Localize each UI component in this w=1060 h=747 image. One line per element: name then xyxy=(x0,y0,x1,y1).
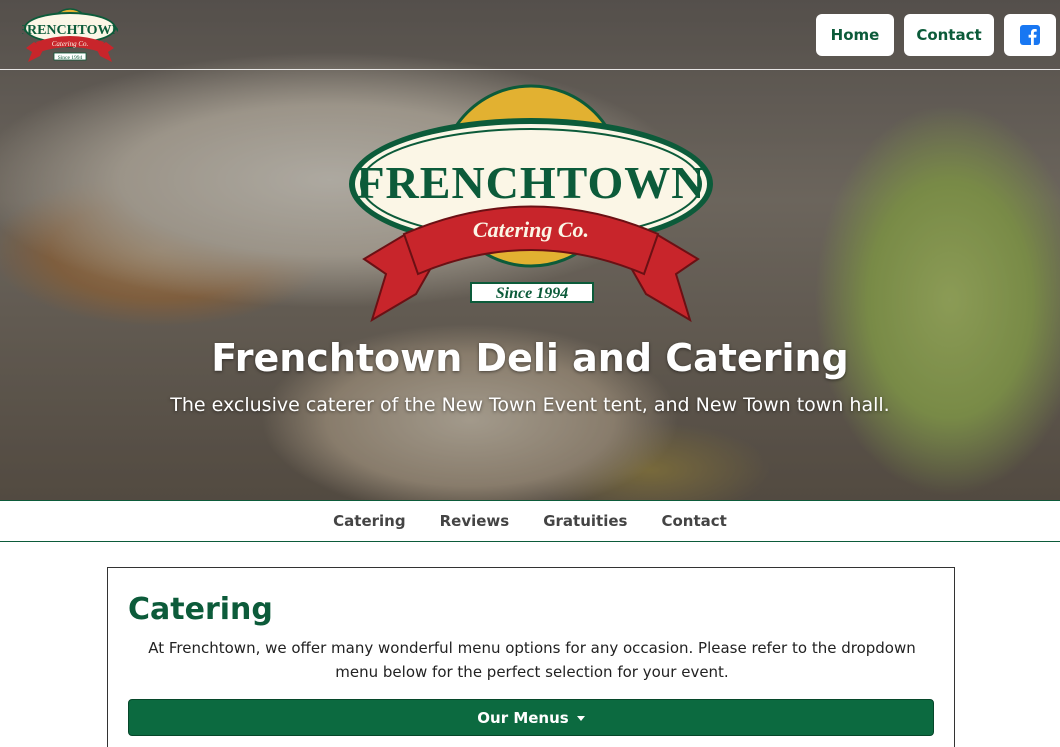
facebook-icon xyxy=(1020,25,1040,45)
hero-content: FRENCHTOWN Catering Co. Since 1994 Frenc… xyxy=(0,0,1060,500)
section-nav-catering[interactable]: Catering xyxy=(333,512,405,530)
svg-text:Since 1994: Since 1994 xyxy=(496,285,568,302)
section-nav-gratuities[interactable]: Gratuities xyxy=(543,512,627,530)
section-nav-reviews[interactable]: Reviews xyxy=(440,512,510,530)
catering-title: Catering xyxy=(128,592,273,627)
svg-text:Since 1994: Since 1994 xyxy=(58,55,83,61)
caret-down-icon xyxy=(576,716,585,721)
facebook-button[interactable] xyxy=(1004,14,1056,56)
nav-contact-button[interactable]: Contact xyxy=(904,14,994,56)
header-logo[interactable]: FRENCHTOWN Catering Co. Since 1994 xyxy=(22,8,118,66)
our-menus-dropdown-button[interactable]: Our Menus xyxy=(128,699,934,736)
svg-text:Catering Co.: Catering Co. xyxy=(52,40,89,48)
our-menus-label: Our Menus xyxy=(477,708,569,727)
svg-text:FRENCHTOWN: FRENCHTOWN xyxy=(22,23,118,38)
hero-banner: FRENCHTOWN Catering Co. Since 1994 Frenc… xyxy=(0,0,1060,500)
hero-title: Frenchtown Deli and Catering xyxy=(211,336,849,380)
svg-text:FRENCHTOWN: FRENCHTOWN xyxy=(356,157,705,208)
svg-text:Catering Co.: Catering Co. xyxy=(473,217,589,242)
top-navbar: FRENCHTOWN Catering Co. Since 1994 Home … xyxy=(0,0,1060,70)
hero-subtitle: The exclusive caterer of the New Town Ev… xyxy=(170,394,890,416)
section-nav-contact[interactable]: Contact xyxy=(661,512,726,530)
catering-card: Catering At Frenchtown, we offer many wo… xyxy=(107,567,955,747)
section-nav: Catering Reviews Gratuities Contact xyxy=(0,500,1060,542)
frenchtown-logo: FRENCHTOWN Catering Co. Since 1994 xyxy=(349,84,713,323)
nav-home-button[interactable]: Home xyxy=(816,14,894,56)
catering-description: At Frenchtown, we offer many wonderful m… xyxy=(148,639,916,681)
